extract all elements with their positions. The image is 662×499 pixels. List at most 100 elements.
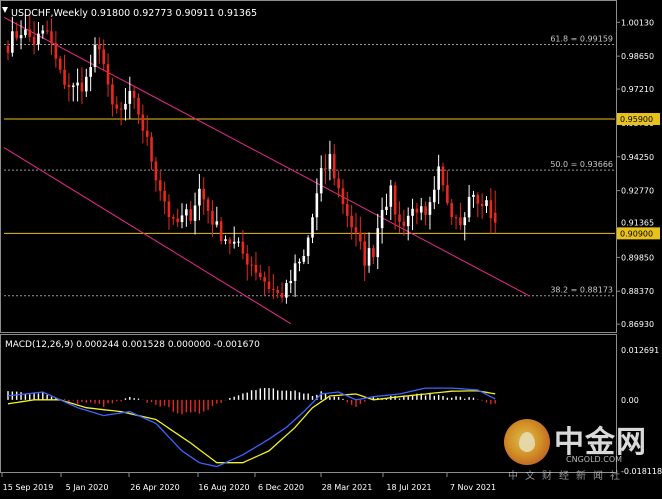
candle (424, 201, 427, 226)
candle (250, 256, 253, 277)
cngold-logo-icon (504, 419, 550, 465)
time-tick-label: 7 Nov 2021 (450, 483, 496, 492)
candle (319, 155, 323, 202)
candle (185, 203, 188, 227)
macd-header: MACD(12,26,9) 0.000244 0.001528 0.000000… (5, 340, 260, 350)
svg-text:0.95900: 0.95900 (620, 115, 653, 124)
candle (198, 173, 201, 221)
candle (372, 244, 375, 265)
time-tick-label: 26 Apr 2020 (130, 483, 179, 492)
candle (150, 132, 153, 170)
macd-histogram (7, 387, 496, 415)
candle (6, 40, 10, 61)
candle (111, 77, 114, 117)
candle (67, 73, 71, 102)
price-axis[interactable]: 1.001300.986500.972100.957300.942500.927… (616, 18, 660, 329)
candle (85, 68, 88, 98)
candle (106, 53, 110, 97)
candle (472, 190, 475, 208)
metatrader-chart-window[interactable]: 61.8 = 0.99159 50.0 = 0.93666 38.2 = 0.881… (0, 0, 662, 495)
candle (385, 193, 388, 216)
candle (176, 208, 179, 228)
candle (406, 207, 410, 241)
candle (93, 37, 97, 73)
candle (237, 237, 240, 247)
candle (219, 217, 223, 245)
candle (245, 245, 249, 281)
watermark-subtitle: 中文财经新闻社 (508, 471, 627, 482)
candle (167, 194, 171, 230)
candle (189, 201, 192, 225)
candle (263, 271, 266, 295)
candle (411, 198, 414, 231)
candle (467, 185, 471, 223)
price-tick-label: 0.89850 (621, 253, 654, 262)
time-tick-label: 16 Aug 2020 (198, 483, 249, 492)
candle (306, 235, 310, 265)
price-tick-label: 1.00130 (621, 18, 654, 27)
candle (119, 102, 123, 126)
candle (380, 197, 384, 244)
candle (141, 104, 145, 144)
macd-signal-line (7, 390, 496, 464)
level-price-tag: 0.95900 (617, 113, 660, 126)
candle (259, 264, 262, 281)
candle (145, 115, 149, 146)
candle (367, 232, 371, 273)
candle (115, 96, 119, 114)
candle (71, 82, 75, 102)
candle (337, 170, 340, 198)
time-tick-label: 15 Sep 2019 (3, 483, 54, 492)
candle (41, 25, 45, 39)
candle (124, 87, 127, 121)
candle (202, 177, 206, 215)
fib-level-label: 61.8 = 0.99159 (550, 34, 613, 43)
time-tick-label: 18 Jul 2021 (386, 483, 431, 492)
price-tick-label: 0.98650 (621, 52, 654, 61)
candle (346, 191, 349, 228)
fibonacci-levels: 61.8 = 0.99159 50.0 = 0.93666 38.2 = 0.881… (4, 34, 615, 297)
support-resistance-lines[interactable] (4, 118, 615, 234)
candle (80, 67, 84, 105)
macd-main-line (7, 387, 496, 468)
time-axis[interactable]: 15 Sep 2019 5 Jan 2020 26 Apr 2020 16 Aug 2… (1, 473, 496, 492)
channel-upper-line[interactable] (3, 16, 531, 297)
candle (359, 216, 362, 250)
candle (193, 192, 197, 235)
candle (298, 258, 301, 272)
trend-channel[interactable] (3, 16, 531, 325)
candle (302, 249, 306, 265)
candle (354, 212, 358, 247)
candle (54, 31, 58, 68)
candle (350, 204, 353, 240)
candle (480, 193, 484, 219)
candle (32, 21, 36, 55)
price-tick-label: 0.92770 (621, 187, 654, 196)
candle (485, 196, 488, 213)
candle (332, 143, 336, 186)
time-tick-label: 5 Jan 2020 (66, 483, 109, 492)
candle (228, 236, 232, 255)
candle (315, 178, 319, 231)
candle (311, 213, 314, 244)
macd-tick-label: 0.00 (621, 396, 639, 405)
channel-lower-line[interactable] (3, 147, 292, 325)
fib-level-label: 50.0 = 0.93666 (550, 160, 613, 169)
candle (489, 188, 493, 234)
candle (289, 269, 293, 294)
candle (437, 154, 440, 205)
candle (58, 55, 62, 74)
candle (324, 154, 327, 185)
candle (376, 213, 380, 270)
candle (402, 209, 406, 236)
candle (267, 265, 271, 294)
time-tick-label: 6 Dec 2020 (258, 483, 304, 492)
candle (154, 156, 158, 192)
chart-header: USDCHF,Weekly 0.91800 0.92773 0.90911 0.… (11, 8, 257, 19)
candle (89, 54, 92, 92)
candle (450, 199, 453, 225)
candle (254, 251, 258, 281)
candle (363, 232, 366, 282)
candle (98, 37, 101, 64)
candle (45, 20, 49, 35)
